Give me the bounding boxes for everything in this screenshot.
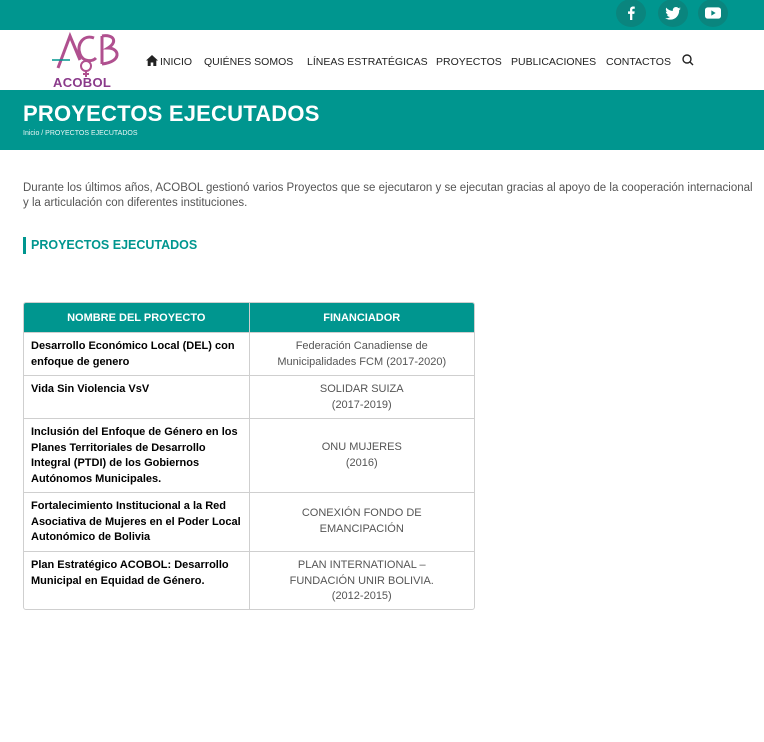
- top-bar: [0, 0, 764, 30]
- section-heading: PROYECTOS EJECUTADOS: [23, 237, 197, 254]
- funder-cell: SOLIDAR SUIZA (2017-2019): [319, 383, 404, 411]
- breadcrumb[interactable]: Inicio / PROYECTOS EJECUTADOS: [23, 130, 138, 137]
- home-icon[interactable]: [146, 55, 158, 66]
- nav-item-inicio[interactable]: INICIO: [160, 56, 192, 68]
- table-row: Inclusión del Enfoque de Género en los P…: [24, 418, 474, 492]
- table-header-row: NOMBRE DEL PROYECTO FINANCIADOR: [24, 303, 474, 332]
- table-header-project-name: NOMBRE DEL PROYECTO: [24, 303, 250, 332]
- twitter-icon[interactable]: [658, 0, 688, 27]
- nav-item-lineas-estrategicas[interactable]: LÍNEAS ESTRATÉGICAS: [307, 56, 428, 68]
- project-name-cell: Inclusión del Enfoque de Género en los P…: [24, 419, 250, 492]
- nav-item-quienes-somos[interactable]: QUIÉNES SOMOS: [204, 56, 293, 68]
- intro-paragraph: Durante los últimos años, ACOBOL gestion…: [23, 182, 753, 209]
- table-row: Desarrollo Económico Local (DEL) con enf…: [24, 332, 474, 375]
- page-banner: PROYECTOS EJECUTADOS Inicio / PROYECTOS …: [0, 90, 764, 150]
- facebook-icon[interactable]: [616, 0, 646, 27]
- project-name-cell: Plan Estratégico ACOBOL: Desarrollo Muni…: [24, 552, 250, 609]
- main-navbar: ACOBOL INICIO QUIÉNES SOMOS LÍNEAS ESTRA…: [0, 30, 764, 90]
- project-name-cell: Desarrollo Económico Local (DEL) con enf…: [24, 333, 250, 375]
- nav-item-proyectos[interactable]: PROYECTOS: [436, 56, 502, 68]
- projects-table: NOMBRE DEL PROYECTO FINANCIADOR Desarrol…: [23, 302, 475, 610]
- search-icon[interactable]: [682, 54, 694, 66]
- funder-cell: Federación Canadiense de Municipalidades…: [277, 340, 447, 368]
- nav-item-contactos[interactable]: CONTACTOS: [606, 56, 671, 68]
- funder-cell: ONU MUJERES (2016): [321, 441, 402, 469]
- page-title: PROYECTOS EJECUTADOS: [23, 101, 320, 126]
- logo-text: ACOBOL: [53, 75, 112, 90]
- table-row: Plan Estratégico ACOBOL: Desarrollo Muni…: [24, 551, 474, 609]
- table-header-funder: FINANCIADOR: [323, 311, 401, 324]
- funder-cell: CONEXIÓN FONDO DE EMANCIPACIÓN: [301, 507, 422, 535]
- project-name-cell: Fortalecimiento Institucional a la Red A…: [24, 493, 250, 551]
- logo-mark-icon: [52, 31, 119, 77]
- nav-item-publicaciones[interactable]: PUBLICACIONES: [511, 56, 596, 68]
- funder-cell: PLAN INTERNATIONAL – FUNDACIÓN UNIR BOLI…: [289, 559, 434, 602]
- table-row: Fortalecimiento Institucional a la Red A…: [24, 492, 474, 551]
- table-row: Vida Sin Violencia VsV SOLIDAR SUIZA (20…: [24, 375, 474, 418]
- acobol-logo[interactable]: ACOBOL: [50, 30, 130, 90]
- project-name-cell: Vida Sin Violencia VsV: [24, 376, 250, 418]
- youtube-icon[interactable]: [698, 0, 728, 27]
